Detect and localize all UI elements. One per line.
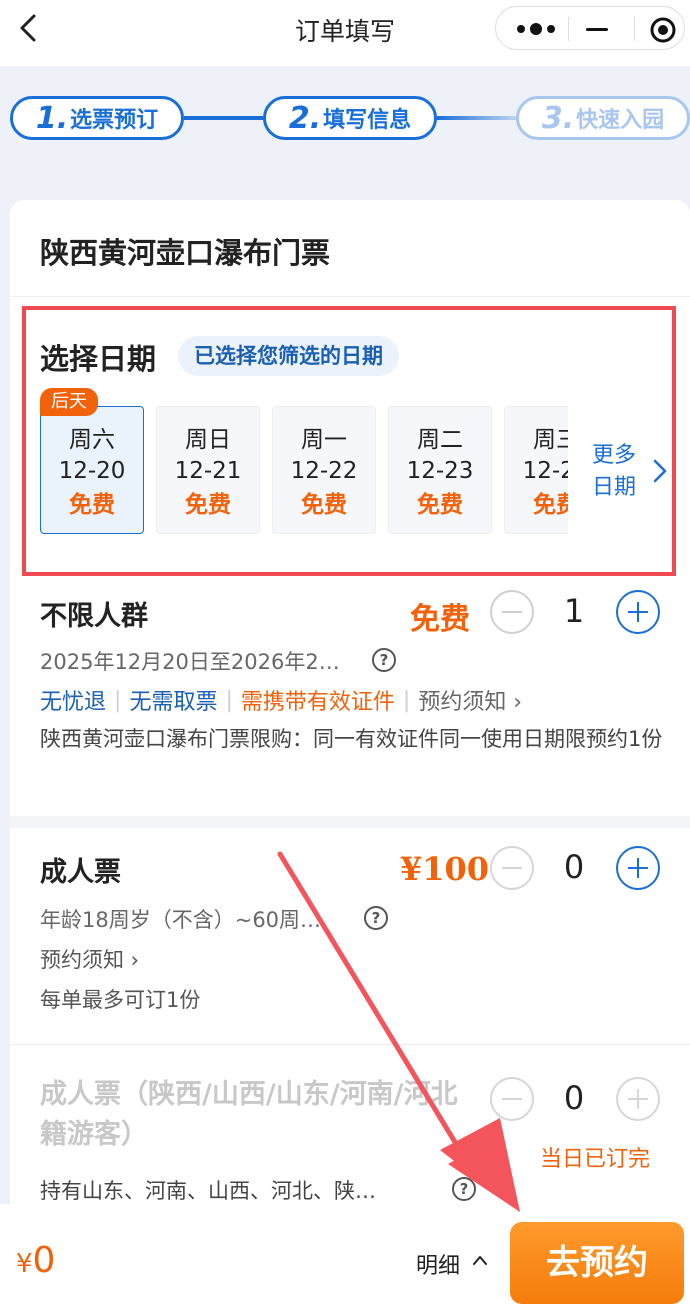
date-weekday: 周日 <box>185 427 231 453</box>
date-picker-title: 选择日期 <box>40 342 157 376</box>
section-gap <box>10 816 690 828</box>
plus-icon-vertical <box>637 602 639 622</box>
product-title: 陕西黄河壶口瀑布门票 <box>40 236 331 270</box>
ticket-quantity: 0 <box>563 1079 585 1117</box>
plus-icon-vertical <box>637 858 639 878</box>
step-3: 3. 快速入园 <box>516 96 690 140</box>
currency-symbol: ¥ <box>16 1249 33 1279</box>
ticket-name: 成人票 <box>40 857 121 888</box>
ticket-description: 陕西黄河壶口瀑布门票限购：同一有效证件同一使用日期限预约1份 <box>40 727 663 751</box>
step-connector <box>184 116 263 120</box>
help-icon[interactable]: ? <box>372 648 396 672</box>
order-card: 陕西黄河壶口瀑布门票 选择日期 已选择您筛选的日期 后天 周六 12-20 免费… <box>10 200 690 1220</box>
booking-notice-link[interactable]: 预约须知 › <box>40 944 139 974</box>
help-icon[interactable]: ? <box>452 1177 476 1201</box>
date-filter-tip: 已选择您筛选的日期 <box>178 336 399 376</box>
chevron-up-icon[interactable] <box>472 1254 488 1266</box>
date-list: 周六 12-20 免费 周日 12-21 免费 周一 12-22 免费 周二 1… <box>40 406 568 538</box>
tag-separator: | <box>402 687 411 713</box>
total-amount: 0 <box>32 1240 56 1281</box>
step-connector <box>437 116 516 120</box>
ticket-validity: 持有山东、河南、山西、河北、陕… <box>40 1179 376 1203</box>
more-dates-button[interactable]: 更多 日期 <box>592 440 672 510</box>
date-price: 免费 <box>69 492 115 518</box>
step-number: 2. <box>288 100 322 136</box>
date-day: 12-21 <box>174 458 242 484</box>
ticket-item: 成人票（陕西/山西/山东/河南/河北籍游客） 0 当日已订完 持有山东、河南、山… <box>10 1045 690 1220</box>
book-now-button[interactable]: 去预约 <box>510 1222 684 1304</box>
decrease-button <box>490 1077 534 1121</box>
increase-button[interactable] <box>616 590 660 634</box>
date-day: 12-22 <box>290 458 358 484</box>
date-price: 免费 <box>533 492 568 518</box>
step-2: 2. 填写信息 <box>263 96 437 140</box>
booking-notice-link[interactable]: 预约须知 › <box>418 684 522 716</box>
ticket-limit: 每单最多可订1份 <box>40 988 201 1012</box>
help-icon[interactable]: ? <box>364 906 388 930</box>
step-label: 填写信息 <box>323 108 412 133</box>
date-option[interactable]: 周三 12-24 免费 <box>504 406 568 534</box>
divider <box>10 296 690 297</box>
date-option[interactable]: 周日 12-21 免费 <box>156 406 260 534</box>
progress-steps: 1. 选票预订 2. 填写信息 3. 快速入园 <box>0 96 690 142</box>
ticket-name: 不限人群 <box>40 601 148 632</box>
step-label: 快速入园 <box>576 108 665 133</box>
tag-separator: | <box>114 687 122 713</box>
step-1: 1. 选票预订 <box>10 96 184 140</box>
tag-no-pickup: 无需取票 <box>129 690 218 715</box>
date-weekday: 周二 <box>417 427 463 453</box>
tag-no-worry-refund: 无忧退 <box>40 690 107 715</box>
date-price: 免费 <box>185 492 231 518</box>
ticket-validity: 年龄18周岁（不含）~60周… <box>40 908 322 932</box>
sold-out-label: 当日已订完 <box>540 1147 651 1172</box>
capsule-divider <box>568 17 569 41</box>
chevron-right-icon <box>653 459 667 483</box>
step-label: 选票预订 <box>70 108 159 133</box>
date-day: 12-20 <box>58 458 126 484</box>
tag-separator: | <box>225 687 233 713</box>
capsule-divider <box>634 17 635 41</box>
step-number: 1. <box>35 100 69 136</box>
total-price: ¥0 <box>16 1240 55 1281</box>
more-icon[interactable] <box>514 19 558 39</box>
ticket-tags: 无忧退 | 无需取票 | 需携带有效证件 | 预约须知 › <box>40 684 522 716</box>
close-target-icon[interactable] <box>649 16 677 44</box>
date-option[interactable]: 周一 12-22 免费 <box>272 406 376 534</box>
plus-icon-vertical <box>637 1089 639 1109</box>
date-weekday: 周三 <box>533 427 568 453</box>
decrease-button[interactable] <box>490 590 534 634</box>
price-detail-button[interactable]: 明细 <box>416 1248 460 1280</box>
date-picker-section: 选择日期 已选择您筛选的日期 后天 周六 12-20 免费 周日 12-21 免… <box>22 306 676 576</box>
ticket-name: 成人票（陕西/山西/山东/河南/河北籍游客） <box>40 1079 458 1150</box>
date-price: 免费 <box>301 492 347 518</box>
date-day: 12-24 <box>522 458 568 484</box>
nav-bar: 订单填写 <box>0 0 690 66</box>
date-day: 12-23 <box>406 458 474 484</box>
increase-button <box>616 1077 660 1121</box>
minimize-icon[interactable] <box>586 28 608 31</box>
ticket-quantity: 0 <box>563 848 585 886</box>
bottom-bar: ¥0 明细 去预约 <box>0 1204 690 1304</box>
ticket-validity: 2025年12月20日至2026年2… <box>40 650 340 674</box>
date-option[interactable]: 周二 12-23 免费 <box>388 406 492 534</box>
ticket-item: 不限人群 免费 1 2025年12月20日至2026年2… ? 无忧退 | 无需… <box>10 580 690 816</box>
minus-icon <box>502 1098 522 1100</box>
increase-button[interactable] <box>616 846 660 890</box>
minus-icon <box>502 611 522 613</box>
date-price: 免费 <box>417 492 463 518</box>
minus-icon <box>502 867 522 869</box>
ticket-price: ¥100 <box>400 850 490 888</box>
ticket-quantity: 1 <box>563 592 585 630</box>
date-option[interactable]: 周六 12-20 免费 <box>40 406 144 534</box>
step-number: 3. <box>541 100 575 136</box>
date-weekday: 周六 <box>69 427 115 453</box>
ticket-item: 成人票 ¥100 0 年龄18周岁（不含）~60周… ? 预约须知 › 每单最多… <box>10 828 690 1044</box>
decrease-button[interactable] <box>490 846 534 890</box>
tag-id-required: 需携带有效证件 <box>240 690 395 715</box>
mini-program-capsule <box>495 6 685 50</box>
date-weekday: 周一 <box>301 427 347 453</box>
day-after-tomorrow-badge: 后天 <box>40 388 98 416</box>
ticket-price: 免费 <box>410 602 470 637</box>
